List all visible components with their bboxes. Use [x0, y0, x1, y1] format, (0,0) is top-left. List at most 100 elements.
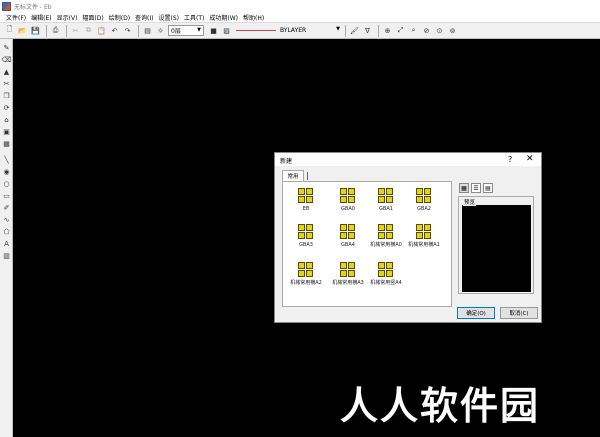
- zoom-extents-icon[interactable]: ⊙: [434, 25, 445, 36]
- layer-state-icon[interactable]: ☼: [155, 25, 166, 36]
- scissors-icon[interactable]: ✂: [2, 79, 11, 88]
- list-view-icon[interactable]: ☰: [471, 183, 481, 193]
- ok-button[interactable]: 确定(O): [457, 307, 495, 319]
- template-item[interactable]: GBA1: [367, 188, 405, 212]
- template-icon: [298, 188, 314, 204]
- template-label: GBA2: [417, 206, 431, 212]
- chevron-down-icon: ▼: [197, 27, 201, 33]
- template-label: 机械常用竖A4: [370, 280, 402, 286]
- toolbar-separator: [345, 24, 346, 37]
- table-icon[interactable]: ▥: [2, 251, 11, 260]
- window-title: 无标文件 - Eb: [14, 3, 52, 11]
- pen-icon[interactable]: ✎: [2, 43, 11, 52]
- redo-icon[interactable]: ↷: [122, 25, 133, 36]
- text-icon[interactable]: A: [2, 239, 11, 248]
- template-item[interactable]: 机械常用横A0: [367, 224, 405, 248]
- home-icon[interactable]: ⌂: [2, 115, 11, 124]
- template-item[interactable]: 机械常用横A2: [287, 262, 325, 286]
- menu-edit[interactable]: 编辑(E): [31, 13, 51, 22]
- filter-icon[interactable]: ∇: [362, 25, 373, 36]
- app-icon: [2, 1, 11, 11]
- title-bar: 无标文件 - Eb: [0, 0, 600, 12]
- pan-icon[interactable]: ⊕: [382, 25, 393, 36]
- line-icon[interactable]: ╲: [2, 155, 11, 164]
- new-file-icon[interactable]: 🗋: [4, 25, 15, 36]
- detail-view-icon[interactable]: ▤: [483, 183, 493, 193]
- rotate-icon[interactable]: ⟳: [2, 103, 11, 112]
- template-icon: [340, 188, 356, 204]
- zoom-all-icon[interactable]: ⊚: [447, 25, 458, 36]
- template-icon: [378, 224, 394, 240]
- layer-manager-icon[interactable]: ▤: [142, 25, 153, 36]
- help-icon[interactable]: ?: [508, 155, 512, 164]
- cut-icon[interactable]: ✂: [70, 25, 81, 36]
- color-swatch-icon[interactable]: ■: [208, 25, 219, 36]
- rectangle-icon[interactable]: ▭: [2, 191, 11, 200]
- tab-divider: [307, 172, 308, 180]
- copy-object-icon[interactable]: ❐: [2, 91, 11, 100]
- spline-icon[interactable]: ∿: [2, 215, 11, 224]
- template-label: GBA4: [341, 242, 355, 248]
- close-icon[interactable]: ✕: [526, 154, 534, 164]
- template-label: GBA0: [341, 206, 355, 212]
- menu-tools[interactable]: 工具(T): [184, 13, 204, 22]
- menu-file[interactable]: 文件(F): [6, 13, 26, 22]
- zoom-previous-icon[interactable]: ⊘: [421, 25, 432, 36]
- open-folder-icon[interactable]: 📂: [17, 25, 28, 36]
- block-icon[interactable]: ▣: [2, 127, 11, 136]
- menu-period[interactable]: 成功期(W): [209, 13, 238, 22]
- menu-settings[interactable]: 设置(S): [159, 13, 180, 22]
- menu-draw[interactable]: 绘制(D): [109, 13, 130, 22]
- cancel-button[interactable]: 取消(C): [500, 307, 538, 319]
- save-icon[interactable]: 💾: [30, 25, 41, 36]
- dot-circle-icon[interactable]: ◉: [2, 167, 11, 176]
- template-label: GBA3: [299, 242, 313, 248]
- linetype-select-value: BYLAYER: [280, 27, 307, 34]
- menu-format[interactable]: 辐面(D): [82, 13, 103, 22]
- match-properties-icon[interactable]: 🖌: [349, 25, 360, 36]
- linetype-select[interactable]: BYLAYER ▼: [234, 25, 342, 36]
- menu-help[interactable]: 帮助(H): [243, 13, 264, 22]
- menu-view[interactable]: 显示(V): [57, 13, 78, 22]
- print-icon[interactable]: ⎙: [50, 25, 61, 36]
- toolbar-separator: [138, 24, 139, 37]
- watermark: 人人软件园: [340, 375, 590, 428]
- template-item[interactable]: GBA0: [329, 188, 367, 212]
- brush-icon[interactable]: ✐: [2, 203, 11, 212]
- template-item[interactable]: 机械常用横A1: [405, 224, 443, 248]
- polygon-icon[interactable]: ⬠: [2, 227, 11, 236]
- copy-icon[interactable]: ⧉: [83, 25, 94, 36]
- image-icon[interactable]: ▦: [2, 139, 11, 148]
- layer-select[interactable]: 0层 ▼: [168, 25, 204, 36]
- template-item[interactable]: GBA3: [287, 224, 325, 248]
- menu-query[interactable]: 查询(I): [135, 13, 153, 22]
- toolbar-separator: [378, 24, 379, 37]
- main-toolbar: 🗋 📂 💾 ⎙ ✂ ⧉ 📋 ↶ ↷ ▤ ☼ 0层 ▼ ■ ▨ BYLAYER ▼…: [0, 23, 600, 39]
- paste-icon[interactable]: 📋: [96, 25, 107, 36]
- template-label: 机械常用横A1: [408, 242, 440, 248]
- template-item[interactable]: 机械常用横A3: [329, 262, 367, 286]
- template-icon: [378, 188, 394, 204]
- template-icon: [340, 262, 356, 278]
- large-icons-icon[interactable]: ▦: [459, 183, 469, 193]
- zoom-window-icon[interactable]: ⌕: [408, 25, 419, 36]
- eraser-icon[interactable]: ⌫: [2, 55, 12, 64]
- template-item[interactable]: 机械常用竖A4: [367, 262, 405, 286]
- undo-icon[interactable]: ↶: [109, 25, 120, 36]
- template-label: 机械常用横A3: [332, 280, 364, 286]
- menubar: 文件(F) 编辑(E) 显示(V) 辐面(D) 绘制(D) 查询(I) 设置(S…: [0, 12, 600, 23]
- template-item[interactable]: GBA2: [405, 188, 443, 212]
- template-label: 机械常用横A2: [290, 280, 322, 286]
- template-label: 机械常用横A0: [370, 242, 402, 248]
- circle-icon[interactable]: ○: [2, 179, 11, 188]
- linetype-icon[interactable]: ▨: [221, 25, 232, 36]
- template-icon: [416, 188, 432, 204]
- template-item[interactable]: EB: [287, 188, 325, 212]
- tab-common[interactable]: 常用: [282, 170, 304, 181]
- dialog-titlebar: 新建 ? ✕: [275, 153, 541, 166]
- template-item[interactable]: GBA4: [329, 224, 367, 248]
- template-list: EB GBA0 GBA1 GBA2 GBA3 GBA4 机械常用横A0 机械常用…: [282, 181, 452, 307]
- zoom-realtime-icon[interactable]: ⤢: [395, 25, 406, 36]
- chevron-down-icon: ▼: [336, 26, 340, 32]
- triangle-icon[interactable]: ▲: [2, 67, 11, 76]
